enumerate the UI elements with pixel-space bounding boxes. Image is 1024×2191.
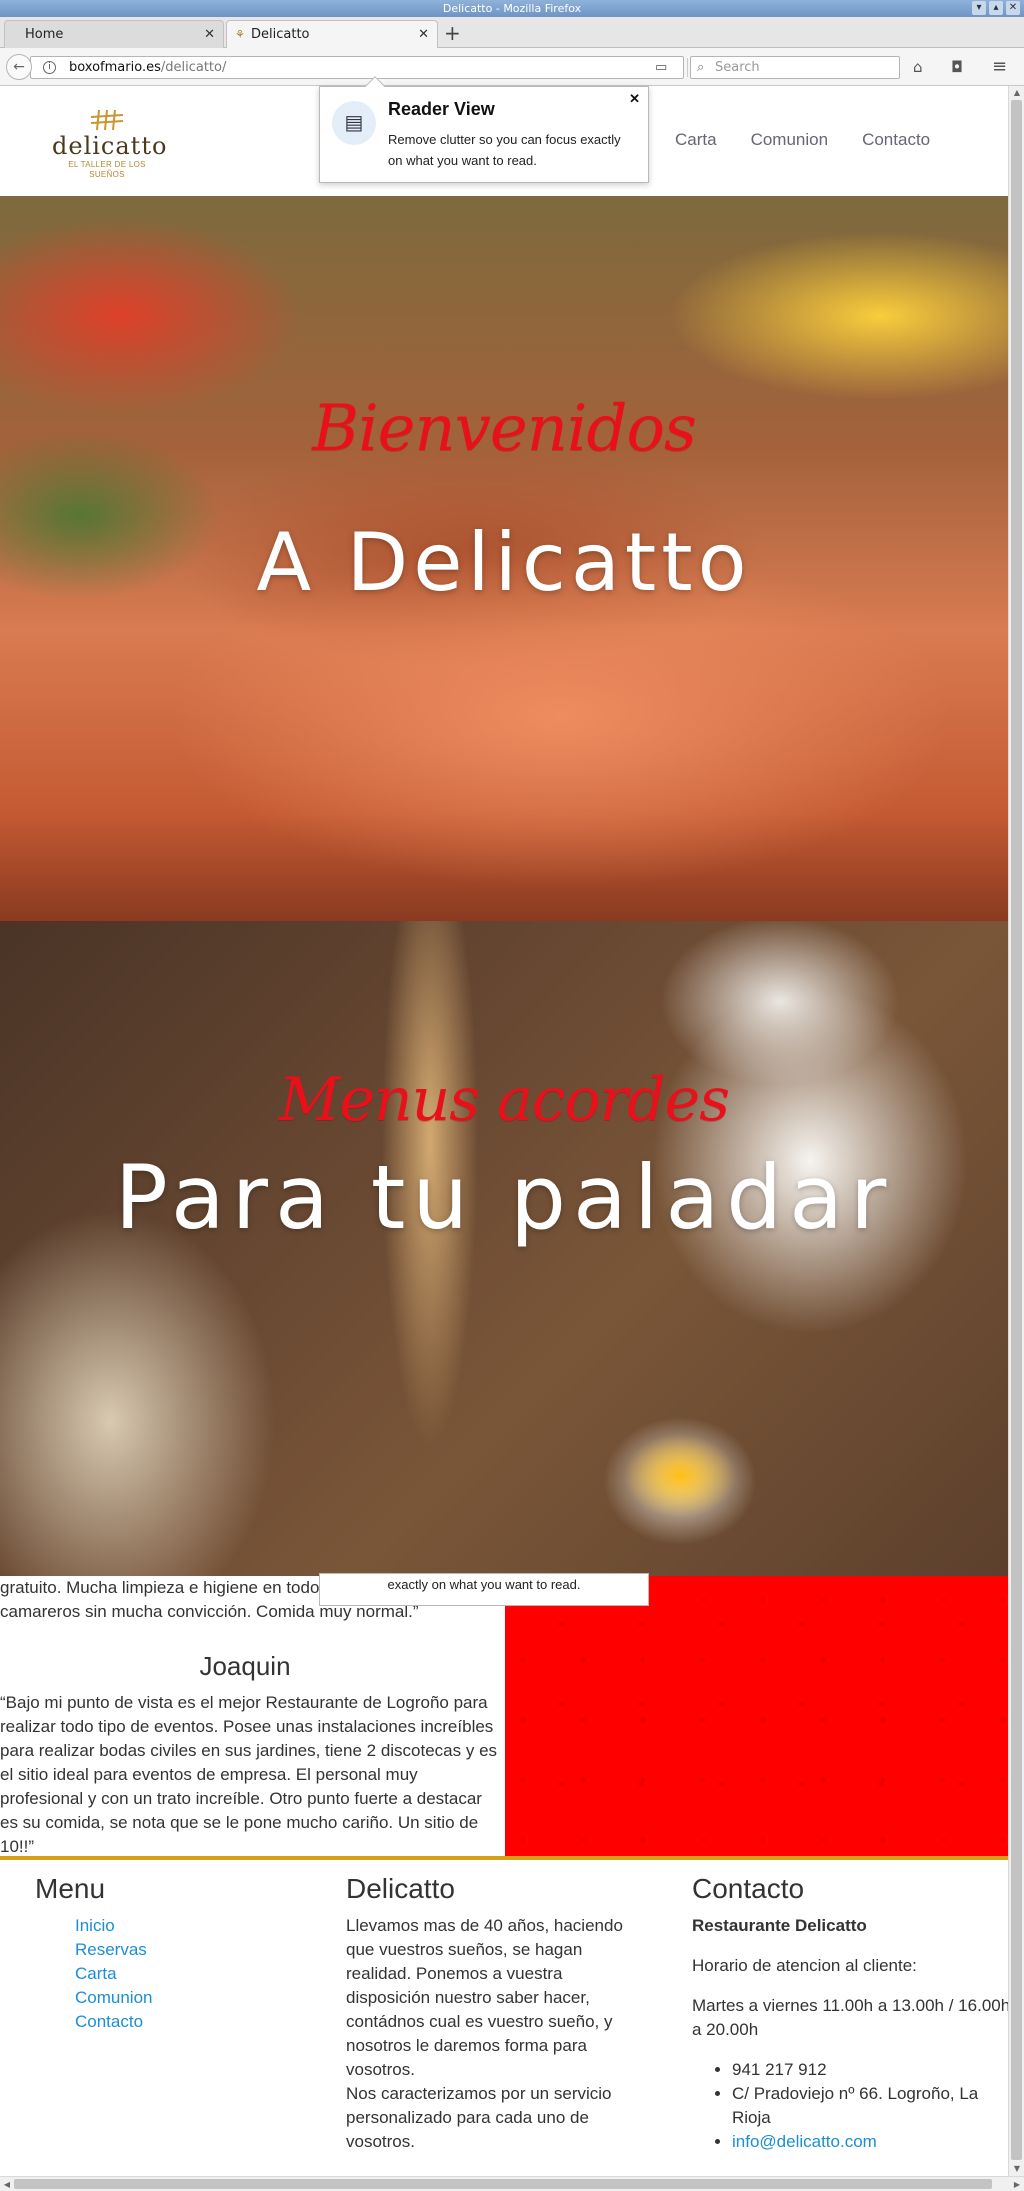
- reader-view-icon[interactable]: ▭: [655, 61, 667, 75]
- footer-menu-list: Inicio Reservas Carta Comunion Contacto: [35, 1914, 305, 2034]
- footer-contact-title: Contacto: [692, 1873, 805, 1904]
- url-path: /delicatto/: [160, 60, 227, 75]
- hero-script-heading: Menus acordes: [279, 1065, 730, 1135]
- contact-list: 941 217 912 C/ Pradoviejo nº 66. Logroño…: [692, 2058, 1008, 2154]
- scroll-up-icon[interactable]: ▲: [1009, 86, 1024, 100]
- contact-hours-label: Horario de atencion al cliente:: [692, 1956, 917, 1975]
- reader-view-popup-artifact: exactly on what you want to read.: [319, 1573, 649, 1606]
- window-titlebar: Delicatto - Mozilla Firefox ▾ ▴ ✕: [0, 0, 1024, 17]
- footer-menu-column: Menu Inicio Reservas Carta Comunion Cont…: [35, 1860, 305, 2034]
- back-button[interactable]: ←: [6, 54, 32, 80]
- favicon-icon: ⚘: [235, 28, 245, 41]
- hero-welcome: Bienvenidos A Delicatto: [0, 196, 1008, 921]
- reader-view-icon: ▤: [332, 101, 376, 145]
- contact-email-link[interactable]: info@delicatto.com: [732, 2132, 877, 2151]
- footer-link-inicio[interactable]: Inicio: [75, 1916, 115, 1935]
- footer-about-column: Delicatto Llevamos mas de 40 años, hacie…: [346, 1860, 646, 2154]
- hero-script-heading: Bienvenidos: [312, 392, 697, 466]
- contact-hours: Martes a viernes 11.00h a 13.00h / 16.00…: [692, 1996, 1008, 2039]
- hero-main-heading: Para tu paladar: [114, 1146, 894, 1249]
- reader-view-description: Remove clutter so you can focus exactly …: [388, 132, 621, 168]
- hero-main-heading: A Delicatto: [256, 516, 752, 609]
- main-nav: Carta Comunion Contacto: [675, 130, 930, 150]
- footer-menu-title: Menu: [35, 1873, 106, 1904]
- footer-about-text: Nos caracterizamos por un servicio perso…: [346, 2084, 612, 2151]
- reader-view-popup: ▤ Reader View Remove clutter so you can …: [319, 76, 649, 183]
- page-viewport: delicatto EL TALLER DE LOS SUEÑOS Carta …: [0, 86, 1008, 2176]
- vertical-scrollbar[interactable]: ▲ ▼: [1008, 86, 1024, 2176]
- footer-contact-column: Contacto Restaurante Delicatto Horario d…: [692, 1860, 1008, 2154]
- search-input[interactable]: ⌕ Search: [690, 56, 900, 79]
- footer-link-contacto[interactable]: Contacto: [75, 2012, 143, 2031]
- horizontal-scrollbar[interactable]: ◀ ▶: [0, 2176, 1024, 2191]
- maximize-icon[interactable]: ▴: [989, 1, 1003, 15]
- tab-delicatto[interactable]: ⚘ Delicatto ✕: [226, 20, 438, 49]
- minimize-icon[interactable]: ▾: [972, 1, 986, 15]
- scroll-down-icon[interactable]: ▼: [1009, 2162, 1024, 2176]
- pocket-icon[interactable]: ◘: [951, 58, 963, 76]
- tab-bar: Home ✕ ⚘ Delicatto ✕ +: [0, 17, 1024, 49]
- home-icon[interactable]: ⌂: [913, 58, 923, 76]
- site-footer: Menu Inicio Reservas Carta Comunion Cont…: [0, 1860, 1008, 2176]
- reader-view-title: Reader View: [388, 99, 495, 119]
- nav-link-carta[interactable]: Carta: [675, 130, 717, 150]
- info-icon[interactable]: i: [43, 61, 56, 74]
- tab-close-icon[interactable]: ✕: [418, 21, 429, 48]
- search-icon: ⌕: [697, 60, 705, 75]
- window-controls: ▾ ▴ ✕: [972, 1, 1020, 15]
- close-window-icon[interactable]: ✕: [1006, 1, 1020, 15]
- contact-address: C/ Pradoviejo nº 66. Logroño, La Rioja: [732, 2082, 1008, 2130]
- window-title: Delicatto - Mozilla Firefox: [442, 2, 582, 15]
- navigation-toolbar: i boxofmario.es/delicatto/ ▭ ↻ ← ⌕ Searc…: [0, 48, 1024, 86]
- scroll-left-icon[interactable]: ◀: [0, 2177, 14, 2191]
- footer-link-carta[interactable]: Carta: [75, 1964, 117, 1983]
- testimonial-text: “Bajo mi punto de vista es el mejor Rest…: [0, 1693, 498, 1856]
- horizontal-scroll-thumb[interactable]: [14, 2179, 992, 2189]
- tab-home[interactable]: Home ✕: [4, 20, 224, 48]
- logo-name: delicatto: [52, 132, 168, 160]
- site-logo[interactable]: delicatto EL TALLER DE LOS SUEÑOS: [52, 108, 168, 179]
- scroll-right-icon[interactable]: ▶: [1010, 2177, 1024, 2191]
- contact-phone: 941 217 912: [732, 2058, 1008, 2082]
- tab-close-icon[interactable]: ✕: [204, 21, 215, 48]
- hero-menus: Menus acordes Para tu paladar: [0, 921, 1008, 1576]
- nav-link-contacto[interactable]: Contacto: [862, 130, 930, 150]
- testimonials-section: gratuito. Mucha limpieza e higiene en to…: [0, 1576, 505, 1856]
- new-tab-button[interactable]: +: [444, 20, 461, 46]
- tab-label: Home: [25, 27, 64, 42]
- footer-about-title: Delicatto: [346, 1873, 455, 1904]
- footer-about-text: Llevamos mas de 40 años, haciendo que vu…: [346, 1916, 623, 2079]
- logo-tagline: EL TALLER DE LOS SUEÑOS: [68, 160, 146, 179]
- url-bar[interactable]: i boxofmario.es/delicatto/ ▭ ↻: [30, 56, 706, 79]
- menu-icon[interactable]: ≡: [992, 58, 1007, 76]
- nav-link-comunion[interactable]: Comunion: [751, 130, 829, 150]
- vertical-scroll-thumb[interactable]: [1011, 100, 1022, 2160]
- contact-name: Restaurante Delicatto: [692, 1916, 867, 1935]
- red-pattern-panel: [505, 1576, 1008, 1856]
- logo-mark-icon: [90, 109, 124, 131]
- close-icon[interactable]: ✕: [629, 91, 640, 107]
- url-host: boxofmario.es: [69, 60, 161, 75]
- search-placeholder: Search: [715, 60, 760, 75]
- tab-label: Delicatto: [251, 27, 310, 42]
- footer-link-comunion[interactable]: Comunion: [75, 1988, 153, 2007]
- testimonial-author: Joaquin: [199, 1651, 291, 1681]
- footer-link-reservas[interactable]: Reservas: [75, 1940, 147, 1959]
